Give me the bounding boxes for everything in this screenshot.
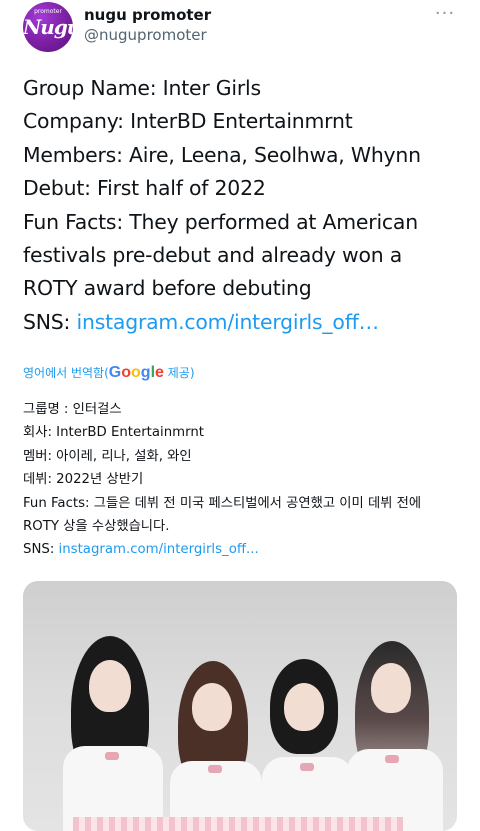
avatar[interactable]: promoter Nugu xyxy=(23,2,73,52)
tweet-line: festivals pre-debut and already won a xyxy=(23,243,403,268)
display-name[interactable]: nugu promoter xyxy=(84,6,211,24)
translated-line: 멤버: 아이레, 리나, 설화, 와인 xyxy=(23,448,192,464)
sns-line: SNS: instagram.com/intergirls_off… xyxy=(23,306,463,339)
tweet-line: Debut: First half of 2022 xyxy=(23,176,266,201)
google-logo: Google xyxy=(108,364,164,381)
skirt-strip xyxy=(73,817,403,831)
tweet-line: Members: Aire, Leena, Seolhwa, Whynn xyxy=(23,142,421,167)
translation-attribution[interactable]: 영어에서 번역함(Google 제공) xyxy=(23,360,195,386)
avatar-main-text: Nugu xyxy=(23,15,73,39)
tweet-text: Group Name: Inter Girls Company: InterBD… xyxy=(23,72,463,339)
sns-label: SNS: xyxy=(23,309,77,334)
member-figure xyxy=(63,636,173,831)
tweet-line: ROTY award before debuting xyxy=(23,276,312,301)
translated-line: 회사: InterBD Entertainmrnt xyxy=(23,425,204,441)
translated-line: ROTY 상을 수상했습니다. xyxy=(23,519,170,535)
tweet-header: promoter Nugu nugu promoter @nugupromote… xyxy=(0,0,480,60)
translated-line: 데뷔: 2022년 상반기 xyxy=(23,472,144,488)
member-figure xyxy=(168,661,268,831)
user-handle[interactable]: @nugupromoter xyxy=(84,26,207,44)
translated-line: Fun Facts: 그들은 데뷔 전 미국 페스티벌에서 공연했고 이미 데뷔… xyxy=(23,495,422,511)
group-photo[interactable] xyxy=(23,581,457,831)
tweet-line: Group Name: Inter Girls xyxy=(23,76,261,100)
translated-text: 그룹명 : 인터걸스 회사: InterBD Entertainmrnt 멤버:… xyxy=(23,398,463,562)
avatar-top-text: promoter xyxy=(34,8,62,15)
sns-link[interactable]: instagram.com/intergirls_off… xyxy=(77,310,380,334)
translated-sns-link[interactable]: instagram.com/intergirls_off... xyxy=(59,542,259,557)
more-horizontal-icon[interactable]: ··· xyxy=(434,4,456,24)
translated-line: 그룹명 : 인터걸스 xyxy=(23,402,122,417)
tweet-line: Fun Facts: They performed at American xyxy=(23,209,418,234)
provided-label: 제공) xyxy=(163,366,195,380)
sns-label: SNS: xyxy=(23,542,59,558)
translated-from-label: 영어에서 번역함( xyxy=(23,366,109,380)
translated-sns-line: SNS: instagram.com/intergirls_off... xyxy=(23,538,463,561)
tweet-line: Company: InterBD Entertainmrnt xyxy=(23,109,353,134)
member-figure xyxy=(341,641,451,831)
